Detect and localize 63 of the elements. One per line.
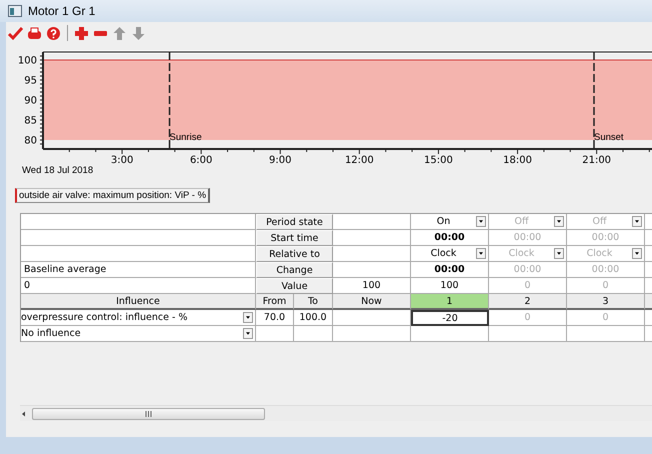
x-tick-label: 15:00: [424, 155, 453, 166]
x-tick-label: 9:00: [269, 155, 292, 166]
window-icon: [8, 5, 22, 17]
row-header: Relative to: [256, 246, 333, 262]
series-tab[interactable]: outside air valve: maximum position: ViP - %: [15, 188, 210, 203]
table-cell: Baseline average: [21, 262, 256, 278]
grip-icon: [145, 410, 152, 416]
x-tick-label: 6:00: [190, 155, 212, 166]
table-cell: 00:00: [567, 262, 645, 278]
state-dropdown[interactable]: On: [411, 214, 489, 230]
window-title: Motor 1 Gr 1: [28, 4, 96, 18]
table-cell: 70.0: [256, 310, 294, 326]
table-cell: 0: [21, 278, 256, 294]
y-tick-label: 95: [24, 76, 37, 86]
caret-icon[interactable]: [476, 248, 486, 259]
caret-icon[interactable]: [243, 328, 253, 339]
relative-to-dropdown[interactable]: Clock: [411, 246, 489, 262]
column-header: Now: [333, 294, 411, 310]
input-field[interactable]: -20: [411, 310, 489, 326]
x-tick-label: 21:00: [582, 155, 612, 166]
table-cell: 0: [489, 310, 567, 326]
y-tick-label: 100: [18, 56, 37, 66]
period-header[interactable]: 1: [411, 294, 489, 310]
influence-dropdown[interactable]: No influence: [21, 326, 256, 342]
table-cell: [294, 326, 333, 342]
row-header: Change: [256, 262, 333, 278]
table-cell: 100.0: [294, 310, 333, 326]
scroll-left-icon[interactable]: [20, 410, 28, 418]
marker-label: Sunset: [594, 132, 624, 143]
table-cell: 0: [567, 278, 645, 294]
table-cell: 100: [333, 278, 411, 294]
row-header: Period state: [256, 214, 333, 230]
printer-icon[interactable]: [27, 26, 42, 40]
date-label: Wed 18 Jul 2018: [22, 165, 94, 176]
x-tick-label: 18:00: [503, 155, 532, 166]
row-header: Start time: [256, 230, 333, 246]
table-cell: 100: [411, 278, 489, 294]
influence-dropdown[interactable]: overpressure control: influence - %: [21, 310, 256, 326]
table-cell: [256, 326, 294, 342]
help-icon[interactable]: [46, 26, 61, 40]
caret-icon[interactable]: [243, 312, 253, 323]
y-tick-label: 90: [24, 96, 37, 106]
table-cell: 0: [489, 278, 567, 294]
row-header: Value: [256, 278, 333, 294]
plus-icon[interactable]: [74, 26, 89, 40]
table-cell: 0: [567, 310, 645, 326]
column-header: From: [256, 294, 294, 310]
table-cell: 00:00: [489, 262, 567, 278]
caret-icon[interactable]: [476, 216, 486, 227]
table-cell: 00:00: [411, 262, 489, 278]
column-header: Influence: [21, 294, 256, 310]
y-tick-label: 80: [24, 136, 37, 146]
marker-label: Sunrise: [170, 132, 202, 143]
x-tick-label: 3:00: [110, 155, 134, 166]
scrollbar-thumb[interactable]: [32, 408, 265, 420]
table-cell: 00:00: [489, 230, 567, 246]
table-cell: 00:00: [567, 230, 645, 246]
check-icon[interactable]: [8, 26, 23, 40]
y-tick-label: 85: [24, 116, 37, 126]
x-tick-label: 12:00: [344, 155, 374, 166]
table-cell: 00:00: [411, 230, 489, 246]
column-header: To: [294, 294, 333, 310]
column-header: [645, 294, 652, 310]
